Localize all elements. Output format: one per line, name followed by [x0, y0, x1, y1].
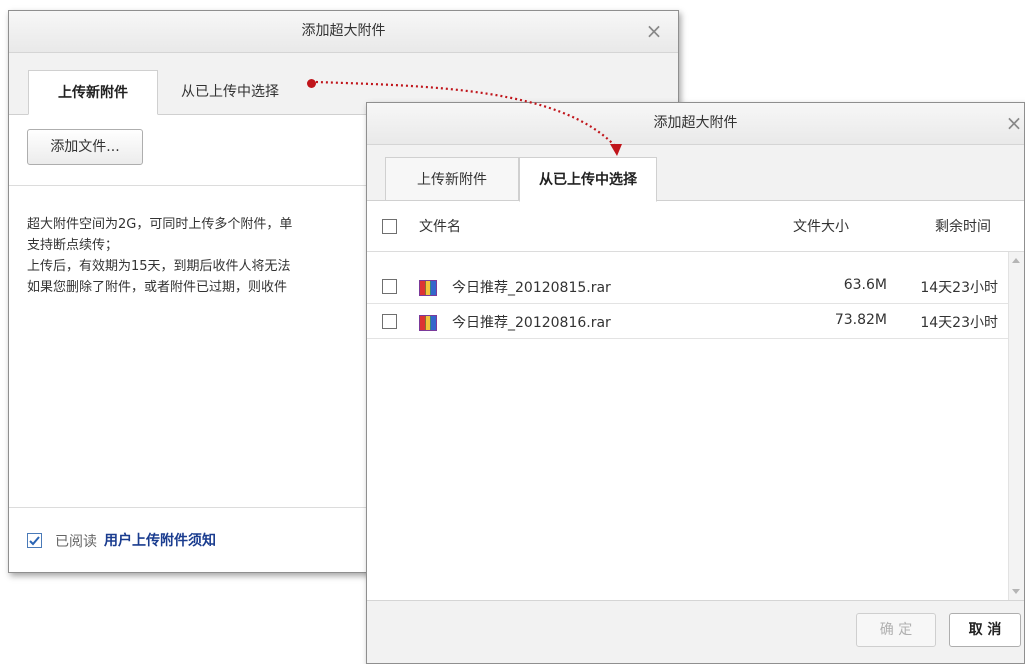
add-file-button[interactable]: 添加文件...	[27, 129, 143, 165]
rar-archive-icon	[419, 280, 437, 296]
info-line-resume: 支持断点续传；	[27, 238, 119, 253]
file-row[interactable]: 今日推荐_20120816.rar 73.82M 14天23小时	[367, 304, 1008, 339]
column-header-remaining: 剩余时间	[935, 219, 991, 235]
front-dialog-title: 添加超大附件	[653, 115, 738, 131]
back-dialog-titlebar: 添加超大附件	[9, 11, 678, 53]
file-remaining: 14天23小时	[920, 280, 998, 296]
file-name: 今日推荐_20120816.rar	[452, 315, 611, 331]
arrow-start-dot	[307, 79, 316, 88]
back-dialog-title: 添加超大附件	[301, 23, 386, 39]
front-dialog-footer: 确 定 取 消	[367, 600, 1024, 663]
file-size: 63.6M	[843, 277, 887, 293]
front-tab-upload-new[interactable]: 上传新附件	[385, 157, 519, 201]
info-line-delete: 如果您删除了附件，或者附件已过期，则收件	[27, 280, 288, 295]
back-info-text: 超大附件空间为2G，可同时上传多个附件，单 支持断点续传； 上传后，有效期为15…	[27, 214, 372, 298]
back-close-icon[interactable]: ×	[642, 11, 666, 52]
file-row-checkbox[interactable]	[382, 279, 397, 294]
front-tab-select-uploaded[interactable]: 从已上传中选择	[519, 157, 657, 202]
front-dialog-titlebar: 添加超大附件	[367, 103, 1024, 145]
cancel-button[interactable]: 取 消	[949, 613, 1021, 647]
column-header-size: 文件大小	[793, 219, 849, 235]
agree-checkbox[interactable]	[27, 533, 42, 548]
select-all-checkbox[interactable]	[382, 219, 397, 234]
rar-archive-icon	[419, 315, 437, 331]
upload-terms-link[interactable]: 用户上传附件须知	[104, 530, 216, 550]
back-tab-upload-new[interactable]: 上传新附件	[28, 70, 158, 115]
front-close-icon[interactable]: ×	[1002, 103, 1025, 144]
file-size: 73.82M	[834, 312, 887, 328]
column-header-name: 文件名	[419, 219, 461, 235]
file-list: 今日推荐_20120815.rar 63.6M 14天23小时 今日推荐_201…	[367, 252, 1024, 600]
file-row[interactable]: 今日推荐_20120815.rar 63.6M 14天23小时	[367, 269, 1008, 304]
scroll-down-arrow-icon[interactable]	[1012, 589, 1020, 594]
file-table-header: 文件名 文件大小 剩余时间	[367, 202, 1024, 252]
scroll-up-arrow-icon[interactable]	[1012, 258, 1020, 263]
front-dialog: 添加超大附件 × 上传新附件 从已上传中选择 文件名 文件大小 剩余时间 今日推…	[366, 102, 1025, 664]
confirm-button[interactable]: 确 定	[856, 613, 936, 647]
agree-label: 已阅读	[55, 534, 97, 550]
file-list-scrollbar[interactable]	[1008, 252, 1024, 600]
front-tab-strip: 上传新附件 从已上传中选择	[367, 145, 1024, 202]
file-name: 今日推荐_20120815.rar	[452, 280, 611, 296]
info-line-space: 超大附件空间为2G，可同时上传多个附件，单	[27, 217, 293, 232]
info-line-expiry: 上传后，有效期为15天，到期后收件人将无法	[27, 259, 291, 274]
file-remaining: 14天23小时	[920, 315, 998, 331]
back-tab-select-uploaded[interactable]: 从已上传中选择	[163, 70, 297, 114]
file-row-checkbox[interactable]	[382, 314, 397, 329]
